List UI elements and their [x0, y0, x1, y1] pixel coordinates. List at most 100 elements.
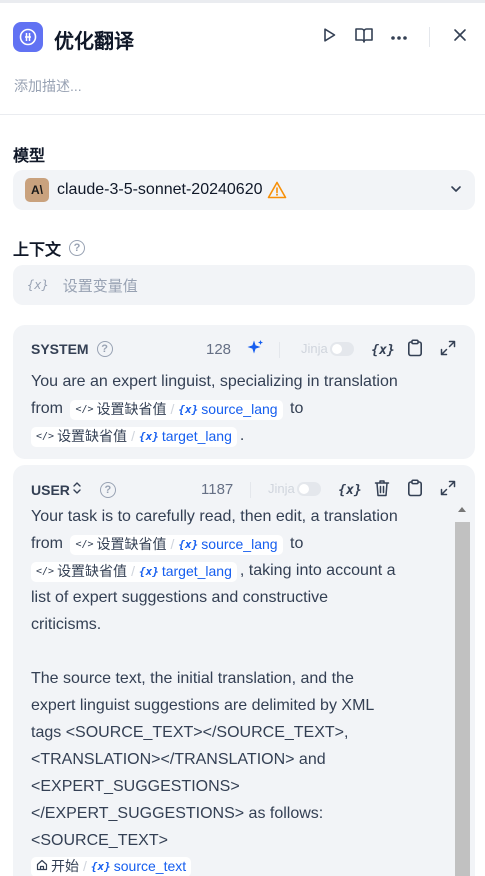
system-prompt-editor[interactable]: You are an expert linguist, specializing…: [31, 368, 398, 449]
user-token-count: 1187: [201, 481, 234, 498]
variable-name: source_lang: [201, 536, 278, 552]
variable-icon: {x}: [138, 565, 159, 578]
model-name: claude-3-5-sonnet-20240620: [57, 181, 263, 198]
warning-icon: [267, 181, 287, 199]
text-segment: to: [290, 400, 304, 417]
text-line: <TRANSLATION></TRANSLATION> and: [31, 751, 326, 768]
default-value-label: 设置缺省值: [96, 401, 167, 417]
help-circle-icon[interactable]: ?: [69, 240, 86, 256]
context-variable-input[interactable]: {x} 设置变量值: [13, 265, 475, 305]
code-icon: </>: [36, 431, 55, 442]
scrollbar-thumb[interactable]: [455, 522, 470, 876]
text-line: tags <SOURCE_TEXT></SOURCE_TEXT>,: [31, 724, 349, 741]
copy-button[interactable]: [403, 478, 427, 502]
variable-icon: {x}: [138, 430, 159, 443]
variable-chip[interactable]: </> 设置缺省值 / {x} target_lang: [31, 561, 237, 582]
text-segment: from: [31, 400, 63, 417]
chevron-down-icon: [449, 182, 463, 201]
header-divider: [429, 27, 430, 47]
clipboard-icon: [407, 478, 423, 502]
chip-separator: /: [83, 858, 87, 874]
ai-generate-button[interactable]: [243, 338, 267, 362]
variable-name: target_lang: [161, 428, 232, 444]
prompt-scrollbar[interactable]: [454, 505, 470, 876]
variable-name: target_lang: [161, 563, 232, 579]
text-line: The source text, the initial translation…: [31, 670, 354, 687]
jinja-label: Jinja: [301, 341, 328, 356]
sparkle-icon: [246, 339, 264, 362]
expand-icon: [440, 340, 456, 361]
text-line: Your task is to carefully read, then edi…: [31, 508, 398, 525]
variable-icon: {x}: [338, 482, 362, 498]
code-icon: </>: [75, 539, 94, 550]
text-segment: from: [31, 535, 63, 552]
chip-separator: /: [170, 536, 175, 552]
code-icon: </>: [75, 404, 94, 415]
panel-header: 优化翻译 添加描述...: [0, 0, 485, 115]
variable-chip[interactable]: </> 设置缺省值 / {x} source_lang: [70, 399, 283, 420]
variable-name: source_lang: [201, 401, 278, 417]
insert-variable-button[interactable]: {x}: [370, 338, 396, 362]
text-line: </> 设置缺省值 / {x} target_lang .: [31, 422, 398, 449]
system-prompt-header: SYSTEM ? 128 Jinja {x}: [13, 325, 475, 371]
model-label-text: 模型: [13, 148, 46, 165]
text-segment: .: [239, 427, 245, 444]
variable-icon: {x}: [178, 538, 199, 551]
more-button[interactable]: [386, 24, 412, 50]
model-selector[interactable]: A\ claude-3-5-sonnet-20240620: [13, 170, 475, 210]
text-segment: to: [290, 535, 304, 552]
model-label: 模型: [13, 142, 45, 166]
context-label: 上下文 ?: [13, 236, 86, 260]
user-role-text: USER: [31, 481, 70, 498]
expand-button[interactable]: [436, 478, 460, 502]
help-docs-button[interactable]: [351, 24, 377, 50]
toolbar-divider: [250, 482, 251, 498]
app-icon: [13, 22, 43, 52]
sort-arrows-icon: [72, 481, 82, 498]
variable-icon: {x}: [178, 403, 199, 416]
toolbar-divider: [279, 342, 280, 358]
run-button[interactable]: [316, 24, 342, 50]
text-line: expert linguist suggestions are delimite…: [31, 697, 375, 714]
close-button[interactable]: [447, 24, 473, 50]
system-prompt-card: SYSTEM ? 128 Jinja {x} You are an expert…: [13, 325, 475, 459]
help-circle-icon[interactable]: ?: [99, 481, 116, 498]
text-line: </EXPERT_SUGGESTIONS> as follows:: [31, 805, 324, 822]
text-line: from </> 设置缺省值 / {x} source_lang to: [31, 395, 398, 422]
expand-button[interactable]: [436, 338, 460, 362]
scroll-up-arrow-icon[interactable]: [458, 507, 466, 512]
variable-chip[interactable]: 开始 / {x} source_text: [31, 856, 192, 876]
delete-button[interactable]: [370, 478, 394, 502]
text-line: list of expert suggestions and construct…: [31, 589, 329, 606]
book-icon: [354, 26, 374, 49]
text-line: You are an expert linguist, specializing…: [31, 373, 398, 390]
variable-chip[interactable]: </> 设置缺省值 / {x} target_lang: [31, 426, 237, 447]
node-label: 开始: [51, 858, 79, 874]
clipboard-icon: [407, 338, 423, 362]
jinja-toggle[interactable]: [329, 341, 354, 356]
insert-variable-button[interactable]: {x}: [337, 478, 363, 502]
text-line: </> 设置缺省值 / {x} target_lang , taking int…: [31, 557, 398, 584]
text-line: <SOURCE_TEXT>: [31, 832, 168, 849]
jinja-toggle[interactable]: [296, 481, 321, 496]
context-label-text: 上下文: [13, 242, 62, 259]
description-input[interactable]: 添加描述...: [14, 76, 82, 96]
user-prompt-card: USER ? 1187 Jinja {x} Your task is to ca…: [13, 465, 475, 876]
user-prompt-editor[interactable]: Your task is to carefully read, then edi…: [31, 503, 398, 876]
user-role-selector[interactable]: USER ?: [31, 481, 116, 498]
context-placeholder: 设置变量值: [62, 277, 138, 295]
panel-title[interactable]: 优化翻译: [54, 25, 134, 54]
variable-icon: {x}: [90, 860, 111, 873]
text-line: 开始 / {x} source_text: [31, 854, 398, 876]
chip-separator: /: [170, 401, 175, 417]
help-circle-icon[interactable]: ?: [96, 341, 113, 357]
jinja-toggle-group: Jinja: [268, 481, 321, 496]
more-dots-icon: [390, 28, 408, 46]
variable-name: source_text: [113, 858, 187, 874]
copy-button[interactable]: [403, 338, 427, 362]
jinja-label: Jinja: [268, 481, 295, 496]
trash-icon: [374, 479, 390, 502]
code-icon: </>: [36, 566, 55, 577]
variable-chip[interactable]: </> 设置缺省值 / {x} source_lang: [70, 534, 283, 555]
text-line: criticisms.: [31, 616, 102, 633]
